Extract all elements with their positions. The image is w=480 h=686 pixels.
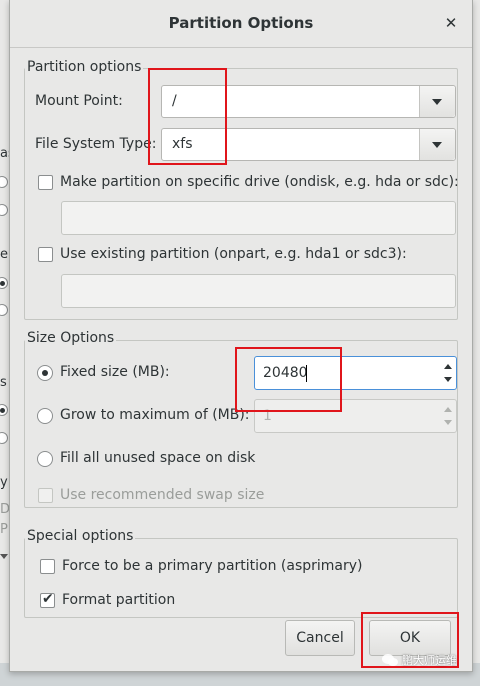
background-radio — [0, 277, 8, 289]
grow-label: Grow to maximum of (MB): — [60, 407, 250, 423]
fixed-size-value: 20480 — [263, 365, 308, 381]
mount-point-combo[interactable]: / — [161, 85, 456, 118]
chevron-down-icon[interactable] — [419, 86, 455, 117]
background-radio — [0, 404, 8, 416]
spin-down-icon[interactable] — [444, 420, 452, 425]
dialog-titlebar: Partition Options ✕ — [10, 0, 472, 48]
partition-options-title: Partition options — [25, 59, 144, 75]
grow-value: 1 — [263, 408, 272, 424]
background-text-fragment: y — [0, 475, 8, 490]
format-partition-checkbox[interactable]: ✔ — [40, 591, 55, 608]
background-text-fragment: P — [0, 522, 8, 537]
grow-spinner[interactable]: 1 — [254, 399, 457, 433]
grow-radio[interactable] — [37, 408, 53, 424]
background-radio — [0, 304, 8, 316]
ondisk-checkbox[interactable] — [38, 175, 53, 190]
special-options-title: Special options — [25, 528, 136, 544]
fill-disk-label: Fill all unused space on disk — [60, 450, 256, 466]
format-partition-label: Format partition — [62, 592, 176, 608]
background-radio — [0, 204, 8, 216]
fs-type-value: xfs — [172, 136, 193, 152]
onpart-field[interactable] — [61, 274, 456, 308]
primary-partition-checkbox[interactable] — [40, 559, 55, 574]
watermark-text: 鹏大师运维 — [402, 654, 457, 667]
spin-up-icon[interactable] — [444, 407, 452, 412]
wechat-icon — [382, 654, 398, 666]
cancel-button[interactable]: Cancel — [285, 620, 355, 656]
fs-type-combo[interactable]: xfs — [161, 128, 456, 161]
ondisk-field[interactable] — [61, 201, 456, 235]
spinner-arrows[interactable] — [440, 400, 456, 432]
fs-type-label: File System Type: — [35, 136, 157, 152]
size-options-title: Size Options — [25, 330, 117, 346]
chevron-down-icon[interactable] — [419, 129, 455, 160]
mount-point-value: / — [172, 93, 177, 109]
close-icon[interactable]: ✕ — [440, 12, 462, 34]
fixed-size-radio[interactable] — [37, 365, 53, 381]
mount-point-label: Mount Point: — [35, 93, 123, 109]
fixed-size-label: Fixed size (MB): — [60, 364, 170, 380]
background-expander-icon — [0, 551, 8, 563]
onpart-checkbox[interactable] — [38, 247, 53, 262]
swap-checkbox[interactable] — [38, 488, 53, 503]
spin-up-icon[interactable] — [444, 364, 452, 369]
primary-partition-label: Force to be a primary partition (asprima… — [62, 558, 363, 574]
background-text-fragment: s — [0, 375, 7, 390]
ondisk-label: Make partition on specific drive (ondisk… — [60, 174, 459, 190]
dialog-title: Partition Options — [168, 14, 314, 32]
background-radio — [0, 176, 8, 188]
ok-button[interactable]: OK — [369, 620, 451, 656]
checkmark-icon: ✔ — [42, 591, 54, 607]
onpart-label: Use existing partition (onpart, e.g. hda… — [60, 246, 407, 262]
fill-disk-radio[interactable] — [37, 451, 53, 467]
spin-down-icon[interactable] — [444, 377, 452, 382]
background-radio — [0, 432, 8, 444]
fixed-size-spinner[interactable]: 20480 — [254, 356, 457, 390]
text-cursor — [306, 365, 307, 382]
spinner-arrows[interactable] — [440, 357, 456, 389]
swap-label: Use recommended swap size — [60, 487, 265, 503]
partition-options-dialog: Partition Options ✕ Partition options Mo… — [9, 0, 473, 672]
radio-selected-dot — [42, 370, 48, 376]
